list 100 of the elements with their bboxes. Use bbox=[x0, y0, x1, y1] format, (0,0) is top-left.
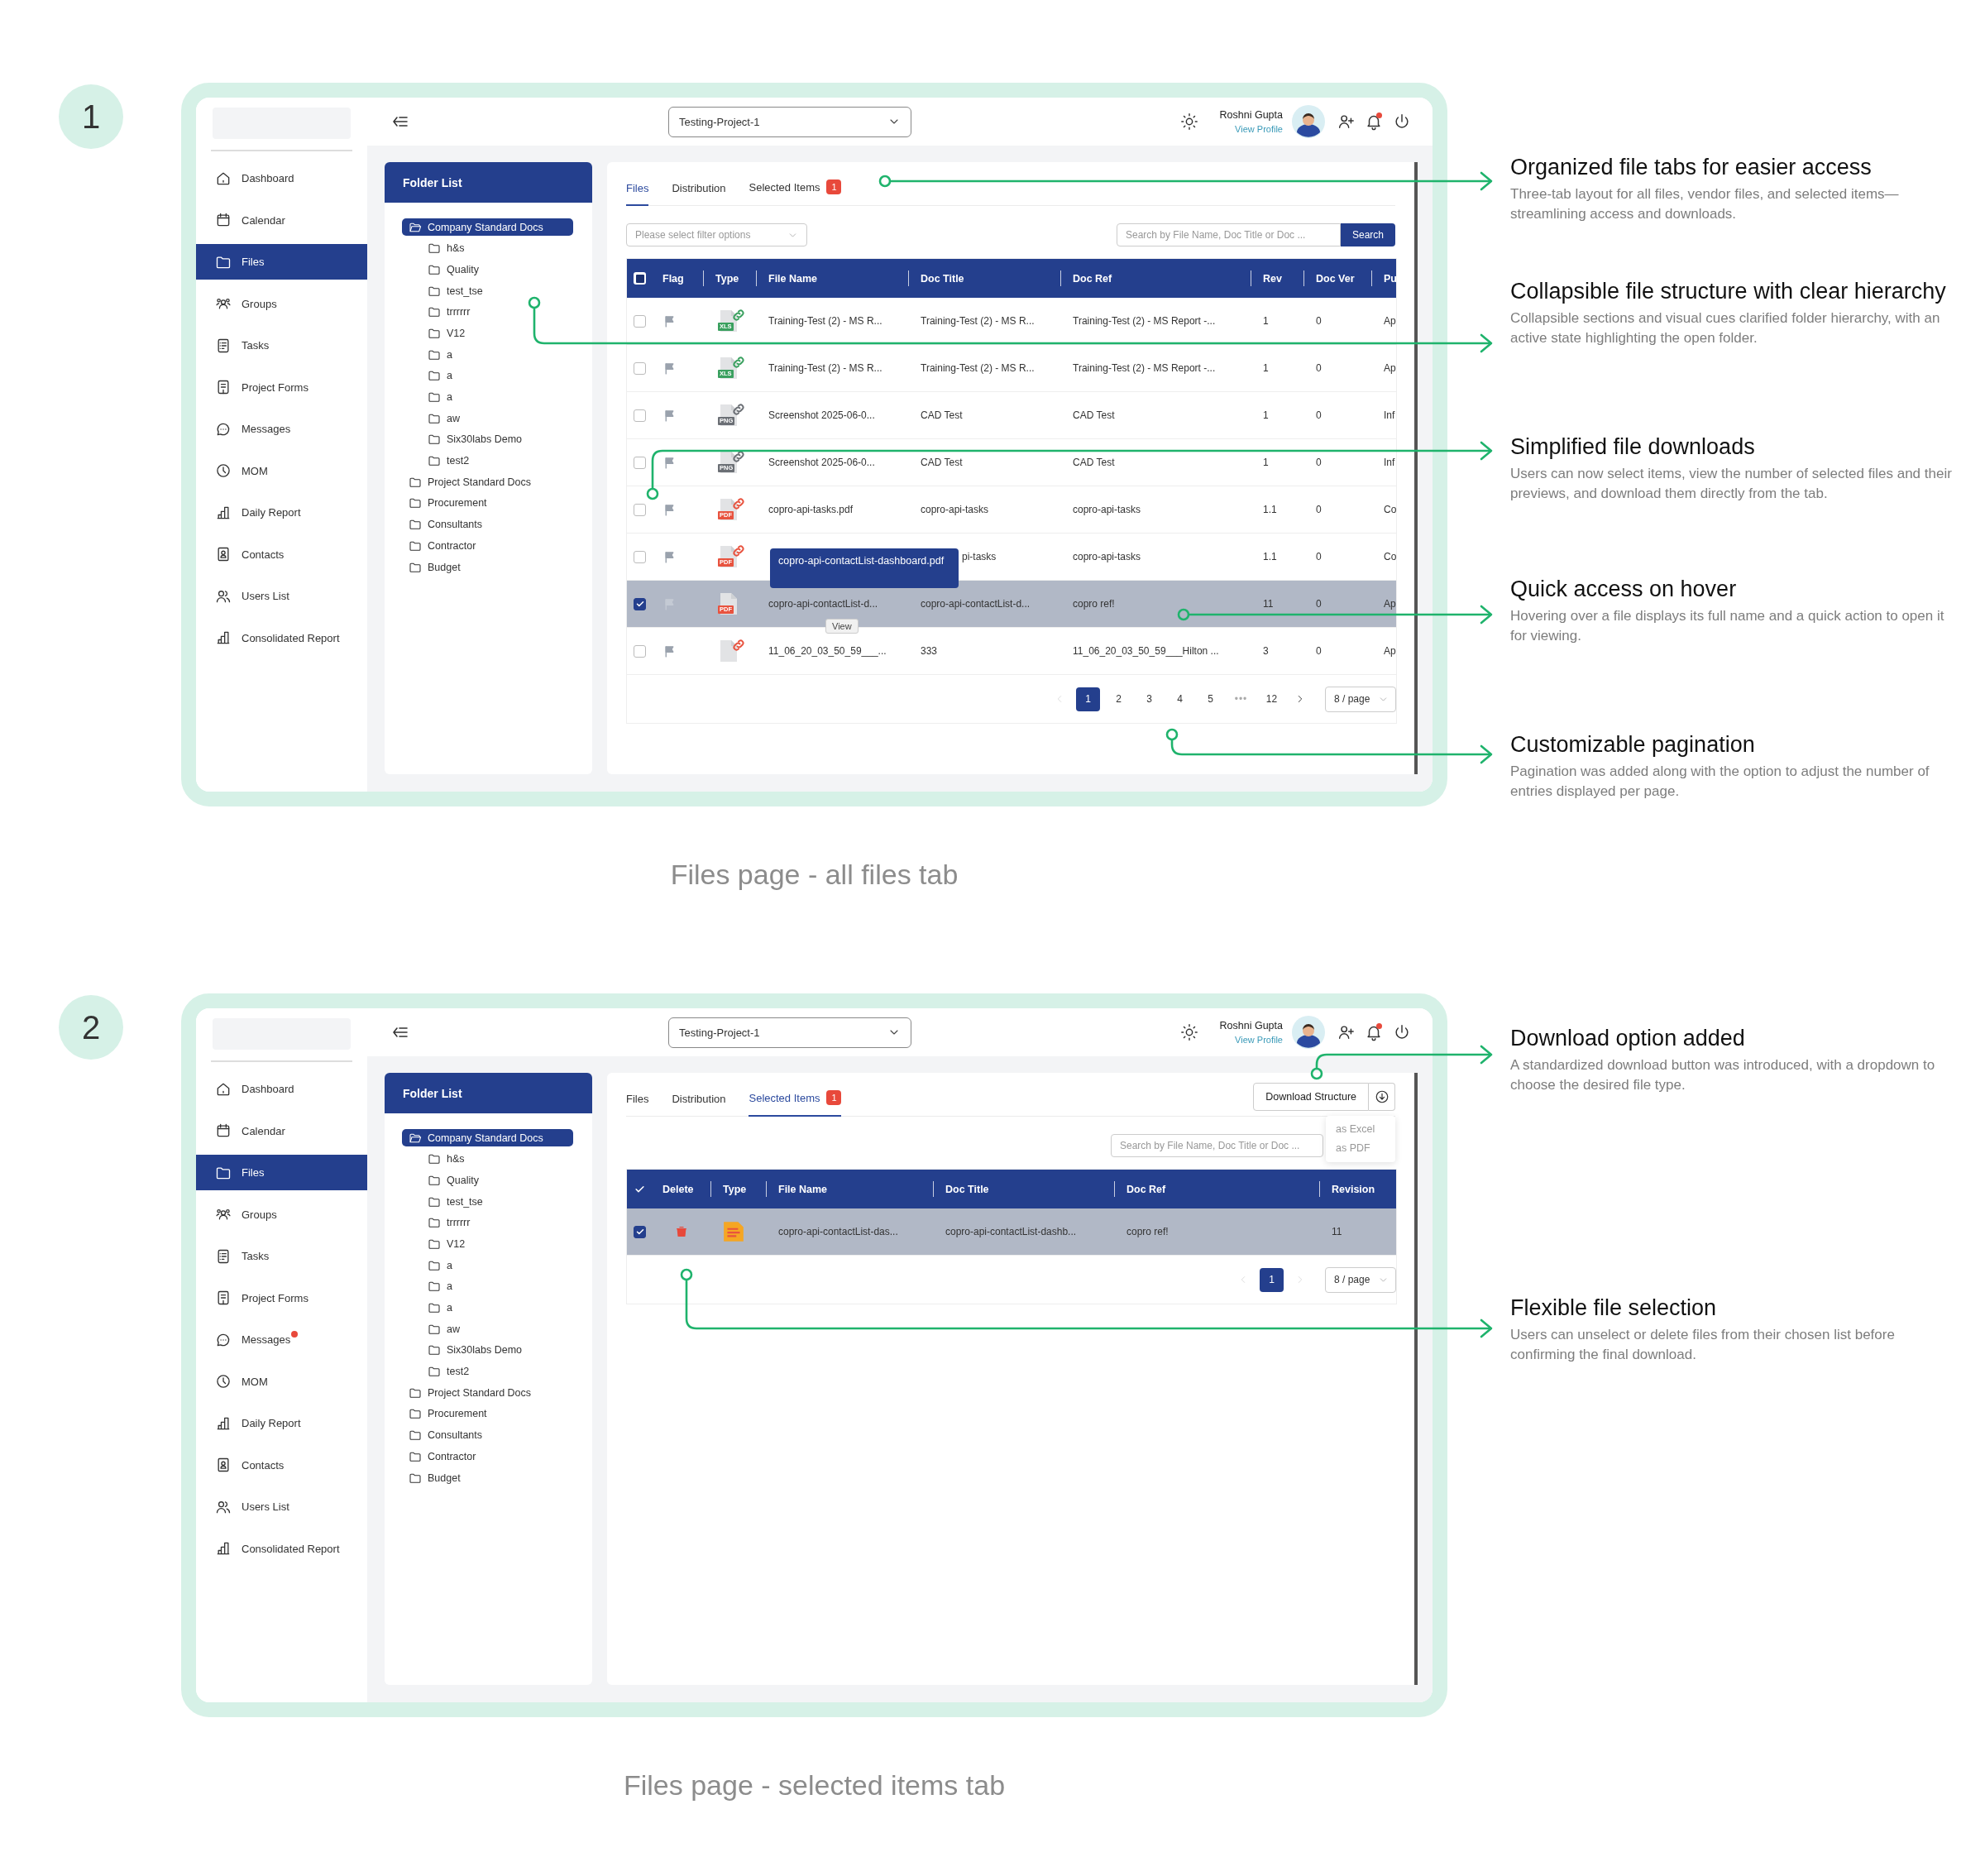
sidebar-item[interactable]: Project Forms bbox=[196, 1280, 367, 1316]
search-button[interactable]: Search bbox=[1341, 223, 1395, 246]
sun-icon[interactable] bbox=[1179, 112, 1198, 131]
row-checkbox[interactable] bbox=[634, 550, 646, 563]
download-options-button[interactable] bbox=[1369, 1083, 1395, 1111]
tab[interactable]: Distribution bbox=[672, 182, 726, 206]
folder-item[interactable]: Contractor bbox=[402, 1448, 573, 1466]
page-button[interactable]: 1 bbox=[1260, 1267, 1284, 1292]
sidebar-item[interactable]: Messages bbox=[196, 411, 367, 447]
page-button[interactable]: 3 bbox=[1137, 687, 1161, 711]
folder-item[interactable]: h&s bbox=[402, 1150, 573, 1168]
folder-item[interactable]: V12 bbox=[402, 324, 573, 342]
folder-item[interactable]: Six30labs Demo bbox=[402, 1341, 573, 1359]
folder-item[interactable]: Company Standard Docs bbox=[402, 1129, 573, 1146]
folder-item[interactable]: aw bbox=[402, 1320, 573, 1338]
folder-item[interactable]: Project Standard Docs bbox=[402, 1384, 573, 1402]
tab[interactable]: Selected Items 1 bbox=[749, 179, 842, 206]
tab[interactable]: Files bbox=[626, 1093, 649, 1117]
sidebar-item[interactable]: Dashboard bbox=[196, 160, 367, 196]
sidebar-item[interactable]: Groups bbox=[196, 1196, 367, 1232]
add-user-icon[interactable] bbox=[1337, 1023, 1355, 1041]
row-checkbox[interactable] bbox=[634, 503, 646, 516]
row-checkbox[interactable] bbox=[634, 409, 646, 422]
row-checkbox[interactable] bbox=[634, 1225, 646, 1238]
page-button[interactable]: 1 bbox=[1076, 687, 1100, 711]
sidebar-item[interactable]: Daily Report bbox=[196, 495, 367, 530]
folder-item[interactable]: Six30labs Demo bbox=[402, 430, 573, 448]
avatar[interactable] bbox=[1292, 1016, 1325, 1049]
folder-item[interactable]: test2 bbox=[402, 452, 573, 470]
sidebar-item[interactable]: Daily Report bbox=[196, 1405, 367, 1441]
table-row[interactable]: copro-api-contactList-das... copro-api-contactList-dashb... copro ref! 11 bbox=[627, 1208, 1396, 1256]
folder-item[interactable]: Budget bbox=[402, 558, 573, 576]
row-checkbox[interactable] bbox=[634, 456, 646, 469]
select-all-checkbox[interactable] bbox=[634, 272, 646, 285]
tab[interactable]: Selected Items 1 bbox=[749, 1090, 842, 1117]
sidebar-item[interactable]: Contacts bbox=[196, 536, 367, 572]
page-size-select[interactable]: 8 / page bbox=[1325, 686, 1396, 712]
folder-item[interactable]: Consultants bbox=[402, 515, 573, 534]
folder-item[interactable]: Procurement bbox=[402, 494, 573, 512]
folder-item[interactable]: trrrrrr bbox=[402, 303, 573, 321]
sidebar-item[interactable]: Tasks bbox=[196, 328, 367, 363]
page-size-select[interactable]: 8 / page bbox=[1325, 1266, 1396, 1293]
page-button[interactable]: 5 bbox=[1198, 687, 1222, 711]
folder-item[interactable]: test_tse bbox=[402, 1193, 573, 1211]
row-checkbox[interactable] bbox=[634, 644, 646, 658]
sidebar-item[interactable]: Files bbox=[196, 244, 367, 280]
folder-item[interactable]: Quality bbox=[402, 1171, 573, 1189]
sun-icon[interactable] bbox=[1179, 1023, 1198, 1041]
sidebar-item[interactable]: Project Forms bbox=[196, 369, 367, 405]
sidebar-item[interactable]: Calendar bbox=[196, 202, 367, 238]
sidebar-item[interactable]: Files bbox=[196, 1155, 367, 1190]
scrollbar[interactable] bbox=[1414, 162, 1418, 774]
trash-icon[interactable] bbox=[675, 1225, 688, 1238]
folder-item[interactable]: test_tse bbox=[402, 282, 573, 300]
page-button[interactable]: 12 bbox=[1260, 687, 1284, 711]
folder-item[interactable]: a bbox=[402, 388, 573, 406]
sidebar-item[interactable]: MOM bbox=[196, 452, 367, 489]
folder-item[interactable]: h&s bbox=[402, 239, 573, 257]
row-checkbox[interactable] bbox=[634, 314, 646, 328]
folder-item[interactable]: a bbox=[402, 366, 573, 385]
tab[interactable]: Files bbox=[626, 182, 649, 206]
folder-item[interactable]: Contractor bbox=[402, 537, 573, 555]
sidebar-item[interactable]: Calendar bbox=[196, 1113, 367, 1149]
power-icon[interactable] bbox=[1393, 1023, 1411, 1041]
folder-item[interactable]: a bbox=[402, 346, 573, 364]
folder-item[interactable]: Company Standard Docs bbox=[402, 218, 573, 236]
download-button[interactable]: Download Structure bbox=[1253, 1083, 1369, 1111]
sidebar-item[interactable]: Groups bbox=[196, 285, 367, 322]
folder-item[interactable]: Project Standard Docs bbox=[402, 473, 573, 491]
row-checkbox[interactable] bbox=[634, 361, 646, 375]
folder-item[interactable]: a bbox=[402, 1277, 573, 1295]
row-checkbox[interactable] bbox=[634, 597, 646, 610]
page-button[interactable]: 2 bbox=[1107, 687, 1131, 711]
sidebar-item[interactable]: Contacts bbox=[196, 1447, 367, 1483]
sidebar-item[interactable]: Consolidated Report bbox=[196, 620, 367, 656]
sidebar-item[interactable]: MOM bbox=[196, 1363, 367, 1400]
folder-item[interactable]: V12 bbox=[402, 1235, 573, 1253]
sidebar-item[interactable]: Tasks bbox=[196, 1238, 367, 1274]
folder-item[interactable]: Quality bbox=[402, 261, 573, 279]
sidebar-item[interactable]: Messages bbox=[196, 1322, 367, 1357]
folder-item[interactable]: aw bbox=[402, 409, 573, 428]
tab[interactable]: Distribution bbox=[672, 1093, 726, 1117]
power-icon[interactable] bbox=[1393, 112, 1411, 131]
sidebar-item[interactable]: Users List bbox=[196, 1489, 367, 1524]
folder-item[interactable]: trrrrrr bbox=[402, 1213, 573, 1232]
folder-item[interactable]: Procurement bbox=[402, 1405, 573, 1423]
sidebar-item[interactable]: Dashboard bbox=[196, 1071, 367, 1107]
project-select[interactable]: Testing-Project-1 bbox=[668, 106, 911, 137]
folder-item[interactable]: a bbox=[402, 1256, 573, 1275]
folder-item[interactable]: Budget bbox=[402, 1469, 573, 1486]
avatar[interactable] bbox=[1292, 105, 1325, 138]
page-button[interactable]: 4 bbox=[1168, 687, 1192, 711]
folder-item[interactable]: a bbox=[402, 1299, 573, 1317]
scrollbar[interactable] bbox=[1414, 1073, 1418, 1685]
sidebar-item[interactable]: Consolidated Report bbox=[196, 1530, 367, 1567]
add-user-icon[interactable] bbox=[1337, 112, 1355, 131]
project-select[interactable]: Testing-Project-1 bbox=[668, 1017, 911, 1048]
sidebar-item[interactable]: Users List bbox=[196, 578, 367, 614]
folder-item[interactable]: test2 bbox=[402, 1362, 573, 1381]
view-button[interactable]: View bbox=[825, 619, 859, 634]
